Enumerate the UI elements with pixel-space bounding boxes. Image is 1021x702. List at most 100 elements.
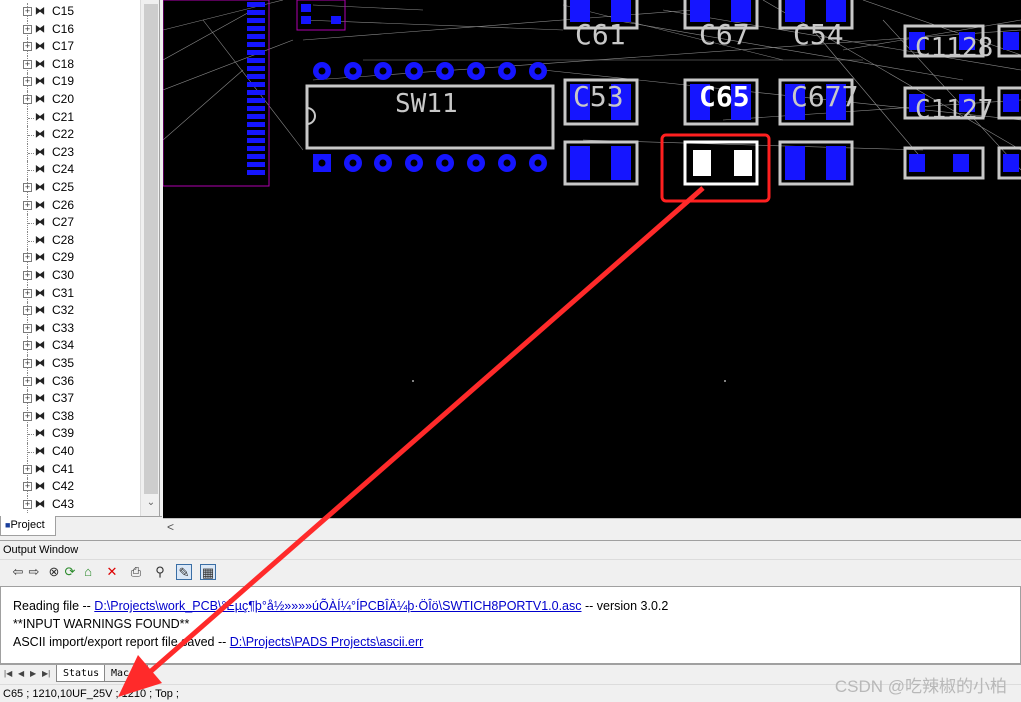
project-tab-label: Project <box>10 519 45 531</box>
expand-icon[interactable]: + <box>23 376 32 386</box>
tab-project[interactable]: ■Project <box>0 516 56 536</box>
expand-icon[interactable]: + <box>23 341 32 351</box>
component-icon: ⧓ <box>35 358 45 369</box>
tree-item-c27[interactable]: ⧓ C27 <box>0 214 140 232</box>
tree-item-c23[interactable]: ⧓ C23 <box>0 143 140 162</box>
output-log[interactable]: Reading file -- D:\Projects\work_PCB\°Ëµ… <box>0 586 1021 664</box>
next-tab-icon[interactable]: ▶ <box>30 669 36 678</box>
back-arrow-icon[interactable]: ⇦ <box>10 564 26 580</box>
expand-icon[interactable]: + <box>23 288 32 298</box>
tree-item-c15[interactable]: + ⧓ C15 <box>0 3 140 21</box>
component-icon: ⧓ <box>35 463 45 475</box>
expand-icon[interactable]: + <box>23 482 32 492</box>
expand-icon[interactable]: + <box>23 464 32 474</box>
tree-connector <box>28 135 34 137</box>
tree-item-c30[interactable]: + ⧓ C30 <box>0 267 140 285</box>
tree-item-c26[interactable]: + ⧓ C26 <box>0 196 140 215</box>
expand-icon[interactable]: + <box>23 411 32 421</box>
edit-icon[interactable]: ✎ <box>176 564 192 580</box>
canvas-horizontal-scrollbar[interactable]: < <box>163 518 1021 536</box>
expand-icon[interactable]: + <box>23 95 32 104</box>
last-tab-icon[interactable]: ▶| <box>42 669 50 678</box>
tree-item-c28[interactable]: ⧓ C28 <box>0 231 140 250</box>
expand-icon[interactable]: + <box>23 24 32 34</box>
expand-icon[interactable]: + <box>23 7 32 16</box>
tree-item-c36[interactable]: + ⧓ C36 <box>0 372 140 391</box>
label-sw11: SW11 <box>395 89 458 119</box>
tree-item-c21[interactable]: ⧓ C21 <box>0 108 140 127</box>
tree-item-c40[interactable]: ⧓ C40 <box>0 443 140 461</box>
print-icon[interactable]: ⎙ <box>128 564 144 580</box>
tab-status[interactable]: Status <box>56 665 107 682</box>
tree-item-label: C39 <box>52 426 75 441</box>
scroll-thumb[interactable] <box>144 4 158 494</box>
tree-item-c17[interactable]: + ⧓ C17 <box>0 38 140 56</box>
expand-icon[interactable]: + <box>23 271 32 280</box>
home-icon[interactable]: ⌂ <box>80 564 96 580</box>
tree-item-label: C25 <box>52 180 75 194</box>
scroll-down-icon[interactable]: ⌄ <box>144 497 158 511</box>
first-tab-icon[interactable]: |◀ <box>4 669 12 678</box>
tree-item-c31[interactable]: + ⧓ C31 <box>0 284 140 303</box>
stop-icon[interactable]: ⊗ <box>46 564 62 580</box>
expand-icon[interactable]: + <box>23 394 32 404</box>
file-path-link[interactable]: D:\Projects\PADS Projects\ascii.err <box>230 635 424 649</box>
tree-item-c43[interactable]: + ⧓ C43 <box>0 495 140 514</box>
refresh-icon[interactable]: ⟳ <box>62 564 78 580</box>
pcb-design-canvas[interactable]: C61 C67 C54 C1128 C53 C65 C677 C1127 SW11 <box>163 0 1021 518</box>
tree-item-c29[interactable]: + ⧓ C29 <box>0 249 140 267</box>
forward-arrow-icon[interactable]: ⇨ <box>26 564 42 580</box>
tree-item-c35[interactable]: + ⧓ C35 <box>0 355 140 373</box>
pcb-drawing[interactable]: C61 C67 C54 C1128 C53 C65 C677 C1127 SW11 <box>163 0 1021 518</box>
output-window-title: Output Window <box>0 540 1021 558</box>
tree-item-c34[interactable]: + ⧓ C34 <box>0 337 140 355</box>
find-icon[interactable]: ⚲ <box>152 564 168 580</box>
label-c67: C67 <box>699 18 750 51</box>
grid-icon[interactable]: ▦ <box>200 564 216 580</box>
expand-icon[interactable]: + <box>23 306 32 316</box>
file-path-link[interactable]: D:\Projects\work_PCB\°Ëµç¶þ°å½»»»»úÕÀÍ¼°… <box>94 599 581 613</box>
tree-item-label: C17 <box>52 39 75 54</box>
tree-item-label: C26 <box>52 197 75 212</box>
tree-item-label: C37 <box>52 391 75 406</box>
scroll-left-icon[interactable]: < <box>167 520 174 534</box>
tree-item-c16[interactable]: + ⧓ C16 <box>0 20 140 39</box>
tree-item-c39[interactable]: ⧓ C39 <box>0 425 140 443</box>
expand-icon[interactable]: + <box>23 499 32 509</box>
tree-item-c42[interactable]: + ⧓ C42 <box>0 478 140 496</box>
tree-item-c33[interactable]: + ⧓ C33 <box>0 319 140 338</box>
tree-scrollbar[interactable]: ⌄ <box>140 0 159 516</box>
tree-item-c24[interactable]: ⧓ C24 <box>0 161 140 179</box>
tab-macro[interactable]: Macro <box>104 665 149 682</box>
tree-connector <box>28 152 34 154</box>
tree-item-c32[interactable]: + ⧓ C32 <box>0 302 140 320</box>
tree-item-c37[interactable]: + ⧓ C37 <box>0 390 140 408</box>
tree-item-c22[interactable]: ⧓ C22 <box>0 126 140 144</box>
project-tree[interactable]: + ⧓ C15 + ⧓ C16 + ⧓ C17 + ⧓ C18 + ⧓ C19 + ⧓ C20 ⧓ C21 ⧓ C22 ⧓ C… <box>0 0 160 516</box>
tree-item-label: C32 <box>52 303 75 318</box>
component-icon: ⧓ <box>35 76 45 88</box>
tree-item-c19[interactable]: + ⧓ C19 <box>0 73 140 91</box>
expand-icon[interactable]: + <box>23 42 32 52</box>
tree-item-label: C38 <box>52 408 75 423</box>
expand-icon[interactable]: + <box>23 253 32 263</box>
label-c677: C677 <box>791 80 858 113</box>
component-icon: ⧓ <box>35 340 45 352</box>
tree-item-c18[interactable]: + ⧓ C18 <box>0 55 140 74</box>
label-c54: C54 <box>793 18 844 51</box>
expand-icon[interactable]: + <box>23 77 32 87</box>
expand-icon[interactable]: + <box>23 200 32 210</box>
delete-icon[interactable]: ✕ <box>104 564 120 580</box>
tree-item-label: C35 <box>52 356 75 370</box>
tree-item-c38[interactable]: + ⧓ C38 <box>0 407 140 426</box>
tree-item-c20[interactable]: + ⧓ C20 <box>0 91 140 109</box>
tree-item-label: C36 <box>52 373 75 388</box>
expand-icon[interactable]: + <box>23 183 32 192</box>
output-line-text: **INPUT WARNINGS FOUND** <box>13 617 190 631</box>
expand-icon[interactable]: + <box>23 359 32 368</box>
prev-tab-icon[interactable]: ◀ <box>18 669 24 678</box>
tree-item-c25[interactable]: + ⧓ C25 <box>0 179 140 197</box>
tree-item-c41[interactable]: + ⧓ C41 <box>0 460 140 479</box>
expand-icon[interactable]: + <box>23 59 32 69</box>
expand-icon[interactable]: + <box>23 323 32 333</box>
